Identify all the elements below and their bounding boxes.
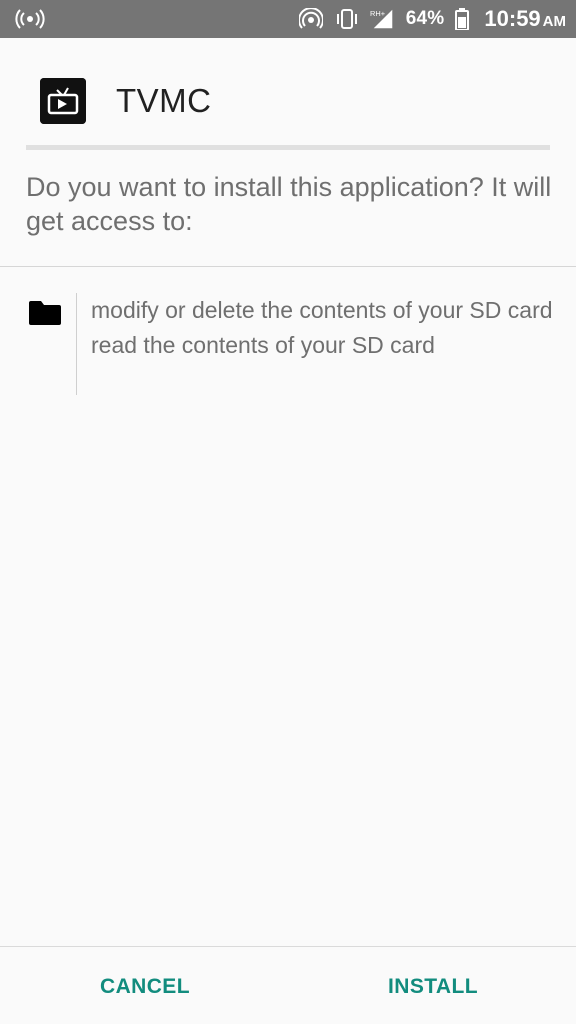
permission-item: modify or delete the contents of your SD…	[91, 297, 553, 323]
clock: 10:59 AM	[484, 6, 566, 32]
clock-time: 10:59	[484, 6, 541, 31]
permission-list: modify or delete the contents of your SD…	[91, 295, 561, 365]
vibrate-icon	[334, 8, 360, 30]
app-header: TVMC	[26, 66, 550, 142]
hotspot-icon	[14, 8, 46, 30]
status-icons: RH+ 64% 10:59 AM	[298, 0, 566, 38]
permission-divider	[76, 293, 77, 395]
network-label: RH+	[370, 9, 385, 18]
clock-ampm: AM	[542, 13, 566, 30]
header-divider	[26, 145, 550, 150]
install-button[interactable]: INSTALL	[368, 962, 498, 1012]
install-question: Do you want to install this application?…	[26, 172, 552, 236]
battery-icon	[454, 8, 470, 30]
folder-icon	[28, 300, 62, 326]
app-title: TVMC	[116, 82, 212, 119]
tv-icon	[40, 78, 86, 124]
section-divider	[0, 266, 576, 267]
cancel-button[interactable]: CANCEL	[80, 962, 210, 1012]
signal-icon: RH+	[370, 8, 396, 30]
wireless-icon	[298, 8, 324, 30]
battery-percent: 64%	[405, 8, 445, 29]
status-bar: RH+ 64% 10:59 AM	[0, 0, 576, 38]
button-bar-divider	[0, 946, 576, 947]
permission-item: read the contents of your SD card	[91, 332, 435, 358]
permission-group-storage: modify or delete the contents of your SD…	[26, 293, 556, 397]
